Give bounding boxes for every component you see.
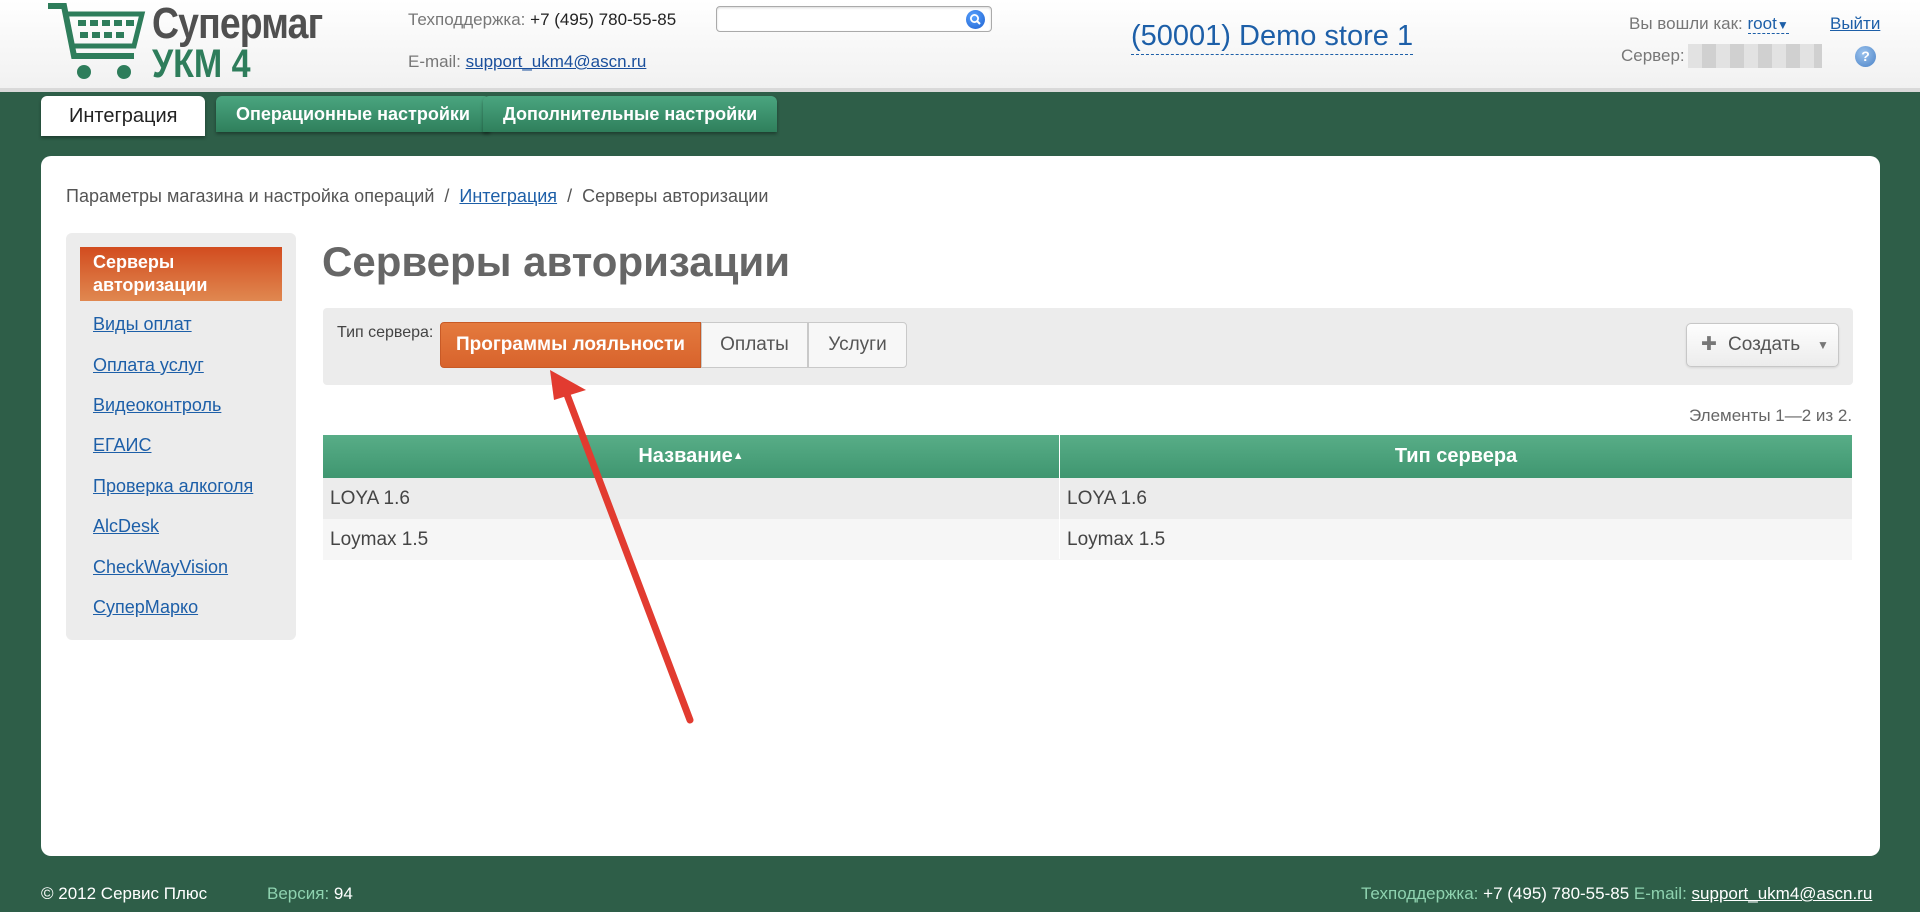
server-type-label: Тип сервера: [337, 324, 434, 341]
breadcrumb-root: Параметры магазина и настройка операций [66, 186, 435, 206]
support-phone-block: Техподдержка: +7 (495) 780-55-85 [408, 10, 676, 30]
help-icon[interactable]: ? [1855, 46, 1876, 67]
footer-version: Версия: 94 [267, 884, 353, 904]
cell-server-type: LOYA 1.6 [1067, 488, 1147, 509]
footer-email-label: E-mail: [1633, 884, 1687, 903]
breadcrumb-link-integration[interactable]: Интеграция [459, 186, 557, 206]
cell-server-type: Loymax 1.5 [1067, 529, 1166, 550]
create-button[interactable]: ✚ Создать ▼ [1686, 323, 1839, 367]
logo-subtitle: УКМ 4 [152, 42, 251, 86]
support-email-block: E-mail: support_ukm4@ascn.ru [408, 52, 646, 72]
sort-asc-icon: ▲ [732, 450, 744, 462]
page-title: Серверы авторизации [322, 238, 791, 285]
footer-copyright: © 2012 Сервис Плюс [41, 884, 208, 903]
app-logo[interactable]: Супермаг УКМ 4 [46, 0, 323, 86]
tab-additional-settings[interactable]: Дополнительные настройки [483, 96, 778, 132]
caret-down-icon: ▼ [1817, 338, 1829, 352]
footer-email-link[interactable]: support_ukm4@ascn.ru [1692, 884, 1873, 903]
cell-name: LOYA 1.6 [330, 488, 410, 509]
support-phone: +7 (495) 780-55-85 [530, 10, 677, 29]
column-header-server-type[interactable]: Тип сервера [1060, 435, 1852, 478]
version-label: Версия: [267, 884, 330, 903]
column-divider [1059, 435, 1060, 559]
breadcrumb: Параметры магазина и настройка операций /… [66, 186, 768, 207]
support-email-link[interactable]: support_ukm4@ascn.ru [466, 52, 647, 71]
user-name: root [1747, 14, 1777, 33]
plus-icon: ✚ [1701, 334, 1717, 355]
table-header: Название▲ Тип сервера [323, 435, 1852, 478]
tab-operational-settings[interactable]: Операционные настройки [216, 96, 490, 132]
table-row[interactable]: LOYA 1.6 LOYA 1.6 [323, 478, 1852, 519]
sidebar-item-egais[interactable]: ЕГАИС [93, 435, 152, 456]
shopping-cart-icon [48, 3, 146, 79]
table-row[interactable]: Loymax 1.5 Loymax 1.5 [323, 519, 1852, 560]
column-name-label: Название [638, 445, 733, 467]
breadcrumb-separator: / [567, 186, 573, 206]
column-header-name[interactable]: Название▲ [323, 435, 1059, 478]
segment-services[interactable]: Услуги [808, 322, 907, 368]
tab-integration[interactable]: Интеграция [41, 96, 206, 136]
server-label: Сервер: [1621, 46, 1685, 65]
version-value: 94 [333, 884, 353, 903]
search-input[interactable] [717, 7, 957, 31]
logo-title: Супермаг [152, 0, 323, 48]
caret-down-icon: ▼ [1776, 18, 1789, 32]
breadcrumb-separator: / [444, 186, 450, 206]
sidebar-item-auth-servers[interactable]: Серверы авторизации [80, 247, 282, 301]
sidebar-item-checkwayvision[interactable]: CheckWayVision [93, 557, 228, 578]
sidebar-item-video-control[interactable]: Видеоконтроль [93, 395, 221, 416]
sidebar-item-service-payment[interactable]: Оплата услуг [93, 355, 204, 376]
footer-support-label: Техподдержка: [1361, 884, 1479, 903]
sidebar-item-alcdesk[interactable]: AlcDesk [93, 516, 159, 537]
segment-loyalty-programs[interactable]: Программы лояльности [440, 322, 701, 368]
logged-in-label: Вы вошли как: [1629, 14, 1743, 33]
support-label: Техподдержка: [408, 10, 526, 29]
sidebar-item-alcohol-check[interactable]: Проверка алкоголя [93, 476, 253, 497]
cell-name: Loymax 1.5 [330, 529, 429, 550]
items-counter: Элементы 1—2 из 2. [1689, 406, 1853, 425]
footer-support: Техподдержка: +7 (495) 780-55-85 E-mail:… [1361, 884, 1872, 904]
store-selector[interactable]: (50001) Demo store 1 [1131, 18, 1414, 55]
server-value-redacted [1688, 44, 1822, 68]
sidebar-item-supermarko[interactable]: СуперМарко [93, 597, 198, 618]
sidebar-item-payment-types[interactable]: Виды оплат [93, 314, 192, 335]
logged-in-block: Вы вошли как: root▼ [1629, 14, 1789, 34]
search-box [716, 6, 992, 32]
user-menu[interactable]: root▼ [1747, 14, 1789, 34]
create-button-label: Создать [1728, 334, 1801, 355]
search-icon[interactable] [966, 10, 985, 29]
segment-payments[interactable]: Оплаты [701, 322, 808, 368]
logout-link[interactable]: Выйти [1830, 14, 1880, 34]
email-label: E-mail: [408, 52, 461, 71]
breadcrumb-current: Серверы авторизации [582, 186, 769, 206]
footer-support-phone: +7 (495) 780-55-85 [1483, 884, 1630, 903]
sidebar: Серверы авторизации Виды оплат Оплата ус… [66, 233, 296, 640]
app-header: Супермаг УКМ 4 Техподдержка: +7 (495) 78… [0, 0, 1920, 92]
